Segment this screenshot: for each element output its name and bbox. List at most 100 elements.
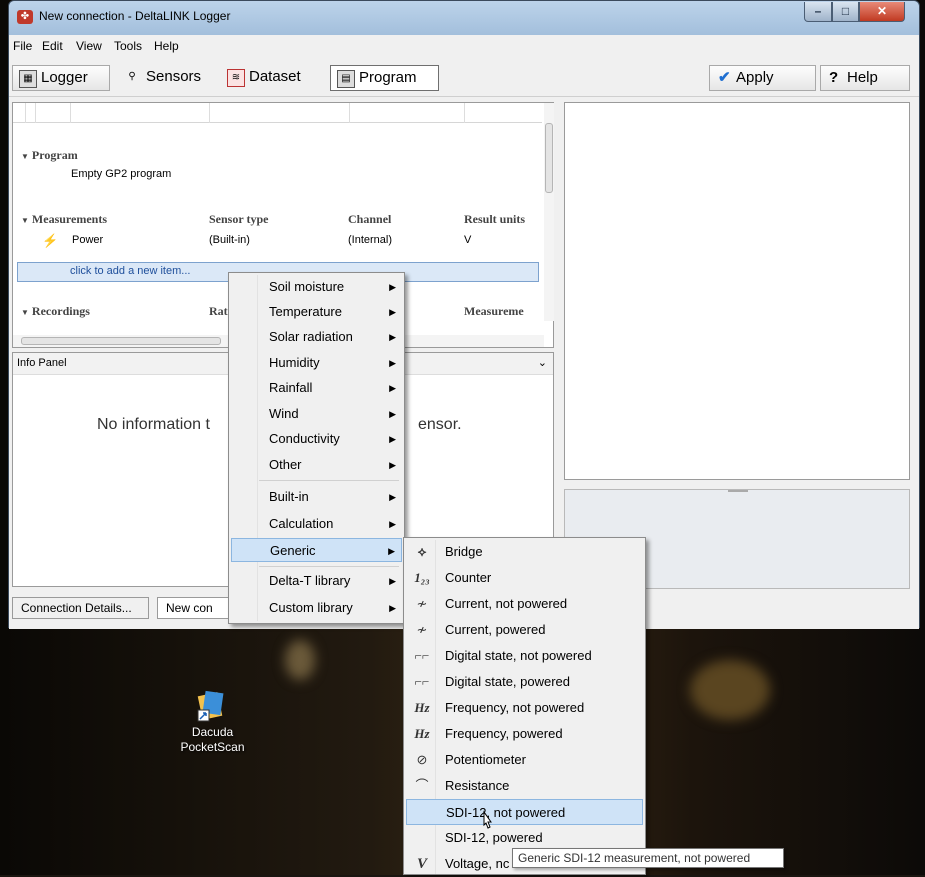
program-group-header[interactable]: ▼ Program: [21, 148, 78, 163]
submenu-item-bridge[interactable]: ⟡ Bridge: [406, 539, 643, 565]
scroll-thumb[interactable]: [545, 123, 553, 193]
mouse-pointer-icon: [480, 810, 494, 830]
tab-connection-details[interactable]: Connection Details...: [12, 597, 149, 619]
measurement-channel: (Internal): [348, 234, 393, 246]
col-channel[interactable]: Channel: [348, 212, 391, 227]
menu-view[interactable]: View: [76, 39, 102, 53]
menu-item-built-in[interactable]: Built-in ▶: [231, 485, 402, 509]
dataset-chart-icon: ≋: [227, 69, 245, 87]
submenu-item-current-powered[interactable]: ≁ Current, powered: [406, 617, 643, 643]
logger-button[interactable]: ▦ Logger: [12, 65, 110, 91]
menu-item-rainfall[interactable]: Rainfall ▶: [231, 376, 402, 400]
submenu-arrow-icon: ▶: [389, 332, 396, 342]
grid-divider: [464, 103, 465, 123]
measurement-sensor-type: (Built-in): [209, 234, 250, 246]
recordings-label: Recordings: [31, 304, 90, 318]
sensors-button[interactable]: ⚲ Sensors: [118, 65, 218, 91]
program-grid-icon: ▤: [337, 70, 355, 88]
menu-bar: File Edit View Tools Help: [9, 35, 919, 57]
submenu-arrow-icon: ▶: [389, 409, 396, 419]
submenu-item-frequency-powered[interactable]: Hz Frequency, powered: [406, 721, 643, 747]
menu-item-soil-moisture[interactable]: Soil moisture ▶: [231, 275, 402, 299]
help-button[interactable]: ? Help: [820, 65, 910, 91]
recordings-group-header[interactable]: ▼ Recordings: [21, 304, 90, 319]
menu-file[interactable]: File: [13, 39, 32, 53]
desktop-icon-label: PocketScan: [180, 740, 245, 754]
menu-tools[interactable]: Tools: [114, 39, 142, 53]
tab-new-connection[interactable]: New con: [157, 597, 237, 619]
power-sensor-icon: ⚡: [42, 233, 59, 248]
help-question-icon: ?: [829, 69, 839, 86]
submenu-item-digital-state-not-powered[interactable]: ⌐⌐ Digital state, not powered: [406, 643, 643, 669]
potentiometer-icon: ⊘: [416, 752, 428, 767]
desktop-icon-pocketscan[interactable]: Dacuda PocketScan: [165, 685, 260, 765]
submenu-arrow-icon: ▶: [389, 603, 396, 613]
info-panel-title: Info Panel: [17, 357, 67, 369]
sensor-probe-icon: ⚲: [128, 71, 136, 82]
grid-header-row: [13, 103, 542, 123]
bridge-icon: ⟡: [417, 544, 427, 559]
col-rate[interactable]: Rat: [209, 304, 228, 319]
submenu-item-counter[interactable]: 1₂₃ Counter: [406, 565, 643, 591]
vertical-scrollbar[interactable]: [544, 103, 554, 321]
minimize-button[interactable]: –: [804, 2, 832, 22]
col-result-units[interactable]: Result units: [464, 212, 544, 227]
submenu-item-current-not-powered[interactable]: ≁ Current, not powered: [406, 591, 643, 617]
details-panel: [564, 102, 910, 480]
checkmark-icon: ✔: [718, 69, 731, 86]
menu-help[interactable]: Help: [154, 39, 179, 53]
menu-item-delta-t-library[interactable]: Delta-T library ▶: [231, 569, 402, 593]
col-measurements[interactable]: Measureme: [464, 304, 544, 319]
col-sensor-type[interactable]: Sensor type: [209, 212, 268, 227]
measurement-row[interactable]: ⚡ Power (Built-in) (Internal) V: [42, 231, 542, 251]
program-group-label: Program: [31, 148, 78, 162]
menu-item-humidity[interactable]: Humidity ▶: [231, 351, 402, 375]
voltage-icon: V: [416, 856, 427, 872]
submenu-item-resistance[interactable]: ⌒ Resistance: [406, 773, 643, 799]
grid-divider: [209, 103, 210, 123]
submenu-arrow-icon: ▶: [389, 307, 396, 317]
submenu-arrow-icon: ▶: [389, 282, 396, 292]
current-icon: ≁: [416, 596, 428, 611]
add-new-item-text: click to add a new item...: [70, 265, 191, 277]
digital-state-icon: ⌐⌐: [414, 674, 430, 689]
submenu-item-potentiometer[interactable]: ⊘ Potentiometer: [406, 747, 643, 773]
submenu-item-sdi12-not-powered[interactable]: SDI-12, not powered: [406, 799, 643, 825]
submenu-arrow-icon: ▶: [389, 460, 396, 470]
program-name[interactable]: Empty GP2 program: [71, 168, 171, 180]
menu-item-calculation[interactable]: Calculation ▶: [231, 512, 402, 536]
maximize-button[interactable]: □: [832, 2, 859, 22]
program-label: Program: [359, 69, 417, 86]
title-bar[interactable]: ✤ New connection - DeltaLINK Logger – □ …: [9, 1, 919, 35]
grid-divider: [349, 103, 350, 123]
resistance-icon: ⌒: [415, 778, 429, 793]
menu-item-other[interactable]: Other ▶: [231, 453, 402, 477]
measurement-name: Power: [72, 234, 104, 246]
splitter-grip[interactable]: [728, 490, 748, 492]
grid-divider: [25, 103, 26, 123]
menu-item-wind[interactable]: Wind ▶: [231, 402, 402, 426]
program-button[interactable]: ▤ Program: [330, 65, 439, 91]
desktop-light-blur: [690, 660, 770, 720]
apply-button[interactable]: ✔ Apply: [709, 65, 816, 91]
scroll-thumb[interactable]: [21, 337, 221, 345]
measurements-group-header[interactable]: ▼ Measurements: [21, 212, 107, 227]
desktop-icon-label: Dacuda: [191, 725, 234, 739]
current-icon: ≁: [416, 622, 428, 637]
submenu-arrow-icon: ▶: [389, 492, 396, 502]
submenu-item-digital-state-powered[interactable]: ⌐⌐ Digital state, powered: [406, 669, 643, 695]
frequency-icon: Hz: [414, 726, 430, 741]
submenu-item-frequency-not-powered[interactable]: Hz Frequency, not powered: [406, 695, 643, 721]
menu-item-conductivity[interactable]: Conductivity ▶: [231, 427, 402, 451]
frequency-icon: Hz: [414, 700, 430, 715]
dataset-button[interactable]: ≋ Dataset: [221, 65, 326, 91]
help-label: Help: [847, 69, 878, 86]
menu-edit[interactable]: Edit: [42, 39, 63, 53]
menu-item-solar-radiation[interactable]: Solar radiation ▶: [231, 325, 402, 349]
menu-item-custom-library[interactable]: Custom library ▶: [231, 596, 402, 620]
close-button[interactable]: ✕: [859, 2, 905, 22]
menu-item-generic[interactable]: Generic ▶: [231, 538, 402, 562]
menu-item-temperature[interactable]: Temperature ▶: [231, 300, 402, 324]
chevron-down-icon[interactable]: ⌄: [538, 356, 547, 369]
measurements-label: Measurements: [31, 212, 108, 226]
